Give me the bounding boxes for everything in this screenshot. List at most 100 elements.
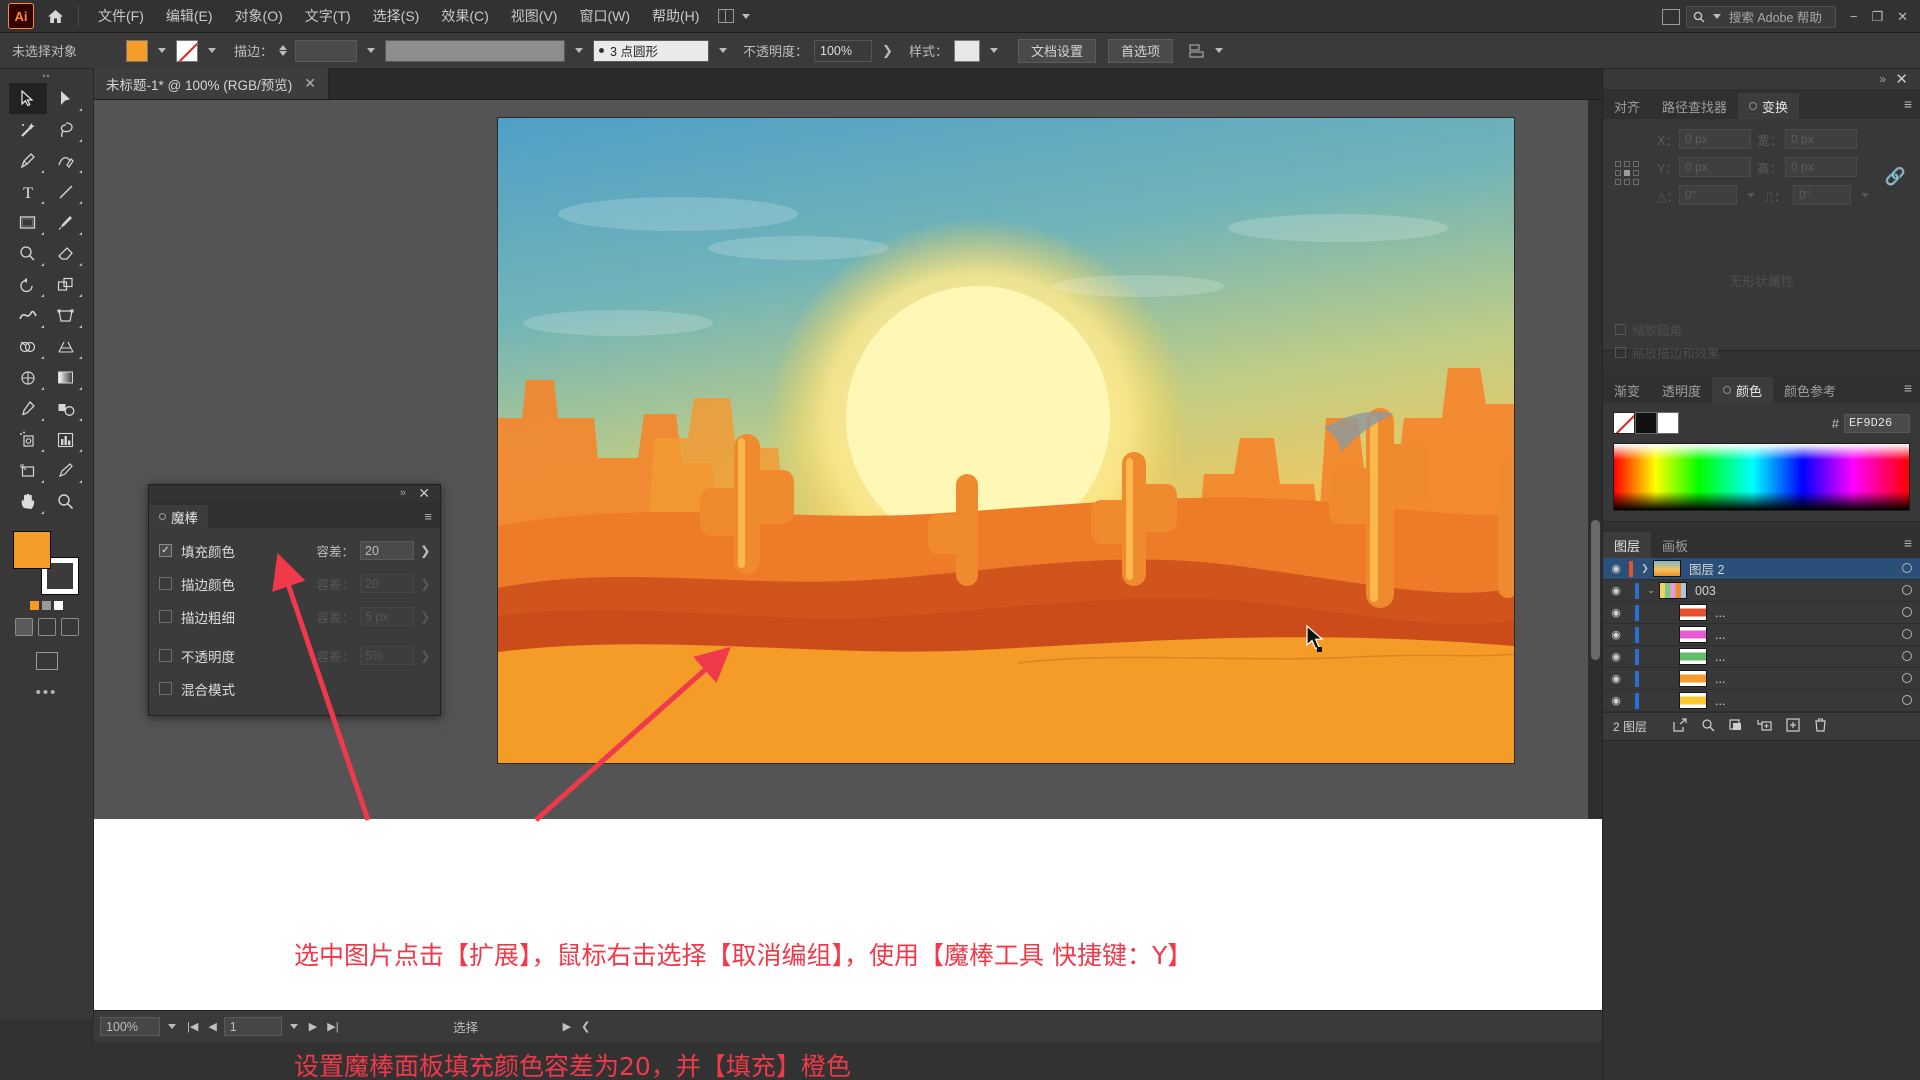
- tool-shaper[interactable]: [9, 238, 47, 269]
- h-input[interactable]: 0 px: [1785, 157, 1857, 177]
- fill-color-checkbox[interactable]: ✓: [159, 544, 172, 557]
- stroke-color-swatch[interactable]: [176, 39, 198, 62]
- first-artboard-button[interactable]: |◀: [184, 1020, 201, 1033]
- tool-symbol-sprayer[interactable]: [9, 424, 47, 455]
- tab-magic-wand[interactable]: 魔棒: [149, 505, 208, 528]
- workspace-switcher[interactable]: [710, 9, 762, 23]
- chevron-down-icon[interactable]: [367, 48, 376, 53]
- chevron-down-icon[interactable]: [719, 48, 728, 53]
- document-tab[interactable]: 未标题-1* @ 100% (RGB/预览) ✕: [94, 68, 329, 99]
- tab-color-guide[interactable]: 颜色参考: [1773, 377, 1847, 403]
- status-collapse-icon[interactable]: ❮: [578, 1020, 593, 1033]
- target-indicator[interactable]: [1894, 672, 1920, 686]
- menu-select[interactable]: 选择(S): [362, 0, 431, 33]
- y-input[interactable]: 0 px: [1679, 157, 1751, 177]
- opacity-checkbox[interactable]: ✓: [159, 649, 172, 662]
- panel-menu-icon[interactable]: ≡: [1904, 96, 1912, 112]
- tool-lasso[interactable]: [47, 114, 85, 145]
- tab-gradient[interactable]: 渐变: [1603, 377, 1651, 403]
- tool-perspective-grid[interactable]: [47, 331, 85, 362]
- layer-row[interactable]: ◉ ...: [1603, 646, 1920, 668]
- ref-pt[interactable]: [1624, 161, 1630, 167]
- toolbar-fill-swatch[interactable]: [12, 531, 51, 569]
- eye-icon[interactable]: ◉: [1603, 606, 1629, 619]
- layer-name[interactable]: 图层 2: [1689, 559, 1894, 578]
- minimize-button[interactable]: −: [1850, 9, 1858, 24]
- draw-behind-button[interactable]: [37, 618, 56, 636]
- arrange-documents-icon[interactable]: [1661, 8, 1680, 25]
- layer-row[interactable]: ◉ ...: [1603, 690, 1920, 712]
- tool-curvature[interactable]: [47, 145, 85, 176]
- tool-width[interactable]: [9, 300, 47, 331]
- tool-magic-wand[interactable]: [9, 114, 47, 145]
- ref-pt[interactable]: [1615, 170, 1621, 176]
- tool-scale[interactable]: [47, 269, 85, 300]
- target-indicator[interactable]: [1894, 650, 1920, 664]
- document-setup-button[interactable]: 文档设置: [1017, 38, 1096, 63]
- tool-eraser[interactable]: [47, 238, 85, 269]
- stroke-color-checkbox[interactable]: ✓: [159, 577, 172, 590]
- tab-transparency[interactable]: 透明度: [1651, 377, 1712, 403]
- tab-pathfinder[interactable]: 路径查找器: [1651, 93, 1738, 119]
- target-indicator[interactable]: [1894, 628, 1920, 642]
- tool-shape-builder[interactable]: [9, 331, 47, 362]
- menu-file[interactable]: 文件(F): [87, 0, 155, 33]
- eye-icon[interactable]: ◉: [1603, 694, 1629, 707]
- scroll-thumb[interactable]: [1591, 520, 1600, 660]
- none-swatch[interactable]: [1613, 412, 1635, 434]
- make-mask-icon[interactable]: [1729, 718, 1743, 735]
- ref-pt[interactable]: [1624, 179, 1630, 185]
- blending-mode-checkbox[interactable]: ✓: [159, 682, 172, 695]
- chevron-down-icon[interactable]: ⌄: [1643, 585, 1659, 596]
- reference-point-selector[interactable]: [1615, 161, 1639, 185]
- target-indicator[interactable]: [1894, 606, 1920, 620]
- tool-rotate[interactable]: [9, 269, 47, 300]
- tool-free-transform[interactable]: [47, 300, 85, 331]
- chevron-down-icon[interactable]: [208, 48, 216, 53]
- layer-name[interactable]: ...: [1715, 672, 1894, 686]
- tool-artboard[interactable]: [9, 455, 47, 486]
- last-artboard-button[interactable]: ▶|: [324, 1020, 341, 1033]
- draw-inside-button[interactable]: [60, 618, 79, 636]
- ref-pt[interactable]: [1615, 161, 1621, 167]
- collapse-icon[interactable]: »: [400, 487, 406, 499]
- panel-menu-icon[interactable]: ≡: [424, 509, 432, 524]
- tool-direct-selection[interactable]: [47, 83, 85, 114]
- gradient-button[interactable]: [42, 601, 51, 610]
- opacity-input[interactable]: 100%: [814, 39, 873, 62]
- tab-transform[interactable]: 变换: [1738, 93, 1800, 119]
- stroke-weight-input[interactable]: [295, 39, 358, 62]
- tool-blend[interactable]: [47, 393, 85, 424]
- status-options-arrow-icon[interactable]: ▶: [560, 1020, 574, 1033]
- delete-layer-icon[interactable]: [1814, 718, 1827, 735]
- menu-help[interactable]: 帮助(H): [641, 0, 710, 33]
- tool-paintbrush[interactable]: [47, 207, 85, 238]
- layer-row[interactable]: ◉ ...: [1603, 602, 1920, 624]
- artboard-number-input[interactable]: 1: [223, 1017, 282, 1036]
- opacity-tolerance-input[interactable]: 5%: [360, 646, 414, 665]
- eye-icon[interactable]: ◉: [1603, 672, 1629, 685]
- tool-type[interactable]: T: [9, 176, 47, 207]
- weight-tolerance-arrow-icon[interactable]: ❯: [420, 609, 430, 624]
- release-to-layers-icon[interactable]: [1673, 718, 1687, 735]
- menu-edit[interactable]: 编辑(E): [155, 0, 224, 33]
- tool-line-segment[interactable]: [47, 176, 85, 207]
- stroke-weight-stepper[interactable]: [279, 45, 288, 56]
- opacity-options-arrow-icon[interactable]: ❯: [878, 43, 897, 59]
- ref-pt[interactable]: [1633, 161, 1639, 167]
- x-input[interactable]: 0 px: [1679, 129, 1751, 149]
- color-button[interactable]: [30, 601, 39, 610]
- tab-color[interactable]: 颜色: [1712, 377, 1774, 403]
- home-icon[interactable]: [40, 0, 70, 33]
- menu-type[interactable]: 文字(T): [294, 0, 362, 33]
- none-button[interactable]: [54, 601, 63, 610]
- tab-align[interactable]: 对齐: [1603, 93, 1651, 119]
- close-icon[interactable]: ✕: [304, 75, 316, 92]
- graphic-style-swatch[interactable]: [953, 39, 980, 62]
- chevron-down-icon[interactable]: [989, 48, 998, 53]
- maximize-button[interactable]: ❐: [1871, 9, 1883, 25]
- ref-pt[interactable]: [1633, 170, 1639, 176]
- eye-icon[interactable]: ◉: [1603, 562, 1629, 575]
- scale-strokes-effects-checkbox[interactable]: 缩放描边和效果: [1615, 343, 1920, 362]
- constrain-proportions-icon[interactable]: 🔗: [1885, 167, 1906, 187]
